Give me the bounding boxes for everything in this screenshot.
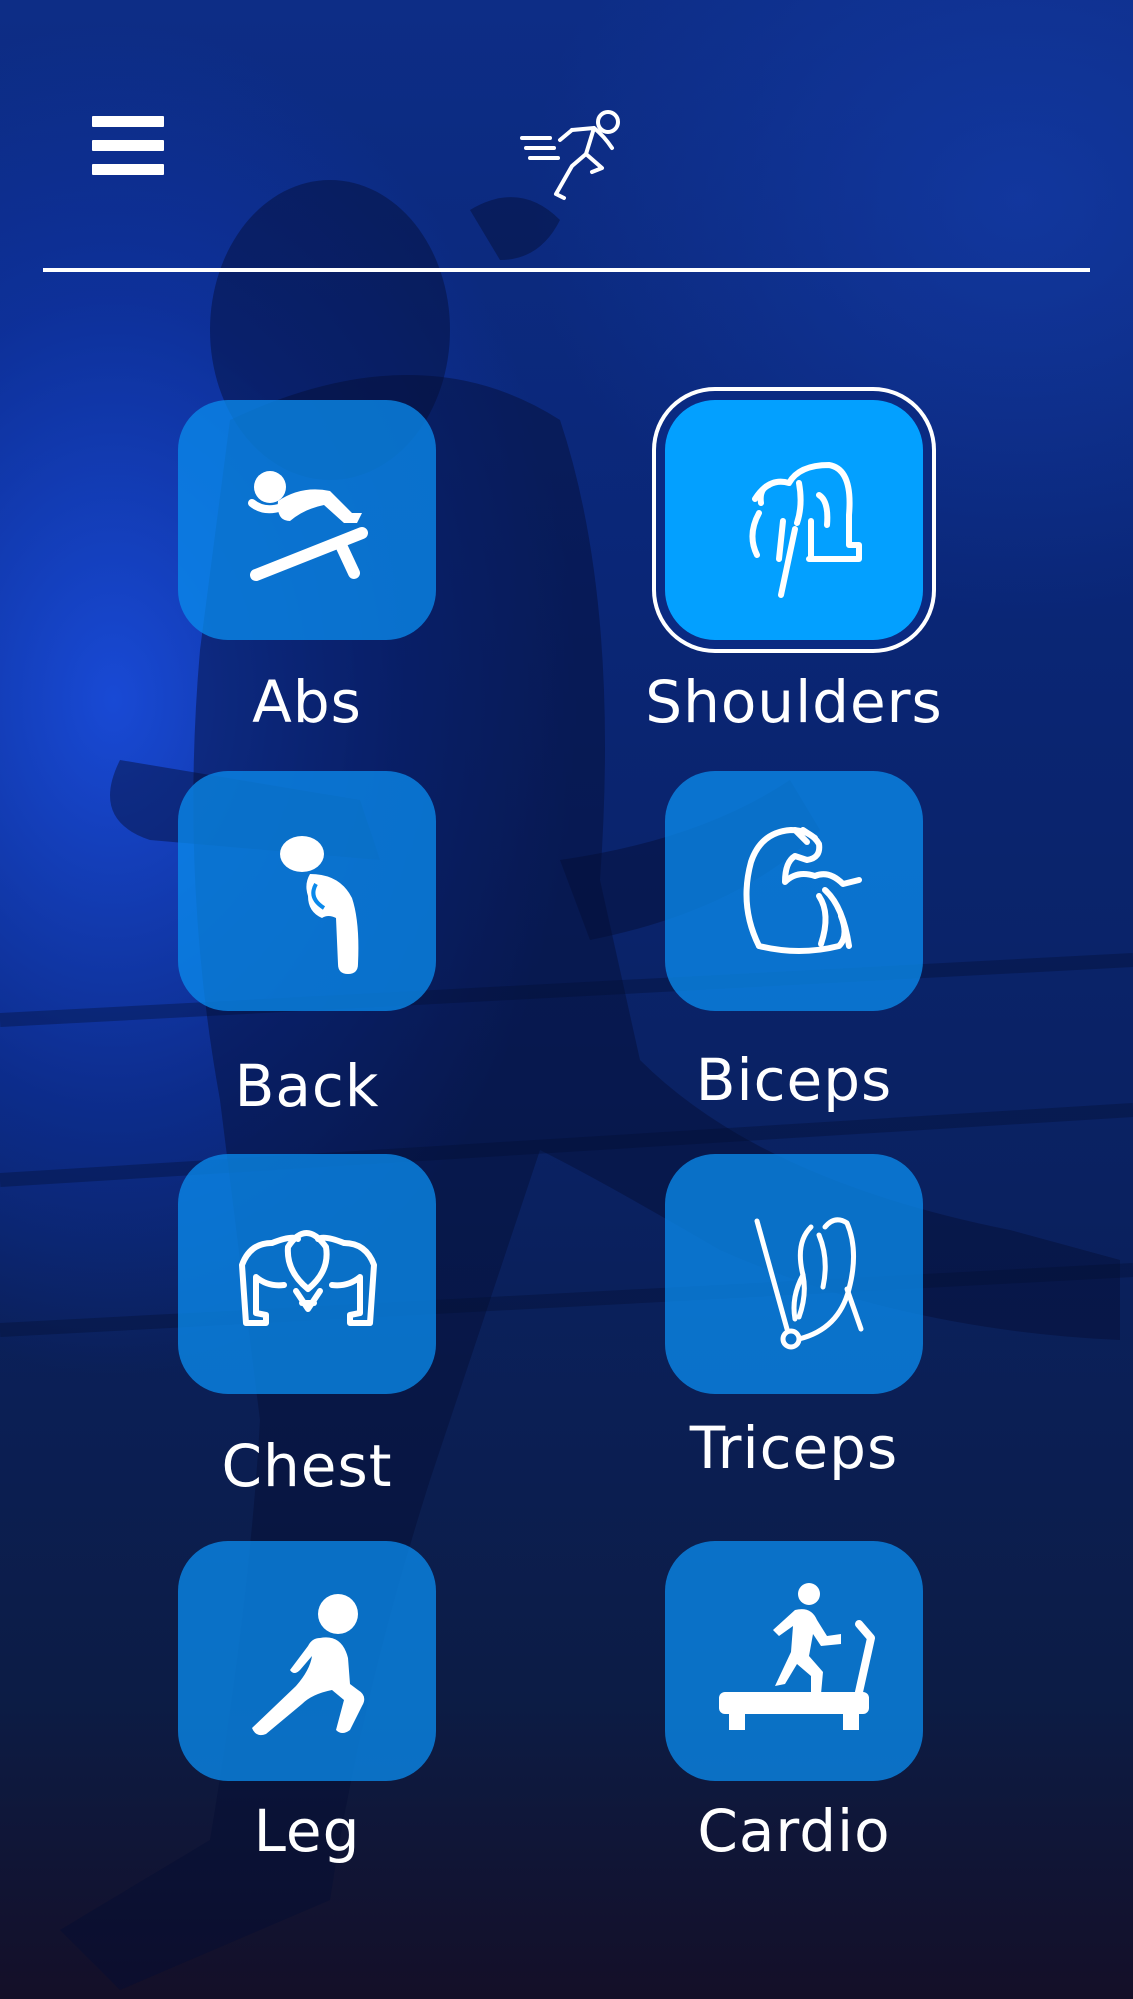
- category-label-triceps: Triceps: [689, 1414, 899, 1482]
- category-tile-abs[interactable]: [178, 400, 436, 640]
- shoulders-icon: [749, 462, 862, 598]
- runner-silhouette-background: [0, 180, 1133, 1990]
- leg-lunge-icon: [252, 1594, 365, 1736]
- chest-icon: [239, 1230, 377, 1326]
- triceps-icon: [754, 1217, 864, 1350]
- treadmill-icon: [719, 1583, 875, 1730]
- category-label-cardio: Cardio: [697, 1797, 891, 1865]
- abs-situp-icon: [248, 471, 368, 581]
- category-tile-back[interactable]: [178, 771, 436, 1011]
- category-label-abs: Abs: [252, 668, 362, 736]
- category-label-back: Back: [234, 1052, 380, 1120]
- category-tile-chest[interactable]: [178, 1154, 436, 1394]
- category-label-biceps: Biceps: [695, 1046, 893, 1114]
- category-label-chest: Chest: [221, 1432, 393, 1500]
- category-label-shoulders: Shoulders: [645, 668, 943, 736]
- category-tile-shoulders[interactable]: [665, 400, 923, 640]
- category-tile-biceps[interactable]: [665, 771, 923, 1011]
- category-label-leg: Leg: [253, 1797, 361, 1865]
- biceps-icon: [743, 827, 862, 954]
- back-icon: [280, 836, 359, 974]
- header-divider: [43, 268, 1090, 272]
- running-man-icon: [520, 110, 620, 200]
- hamburger-menu-icon[interactable]: [92, 116, 164, 176]
- category-tile-triceps[interactable]: [665, 1154, 923, 1394]
- category-tile-cardio[interactable]: [665, 1541, 923, 1781]
- category-tile-leg[interactable]: [178, 1541, 436, 1781]
